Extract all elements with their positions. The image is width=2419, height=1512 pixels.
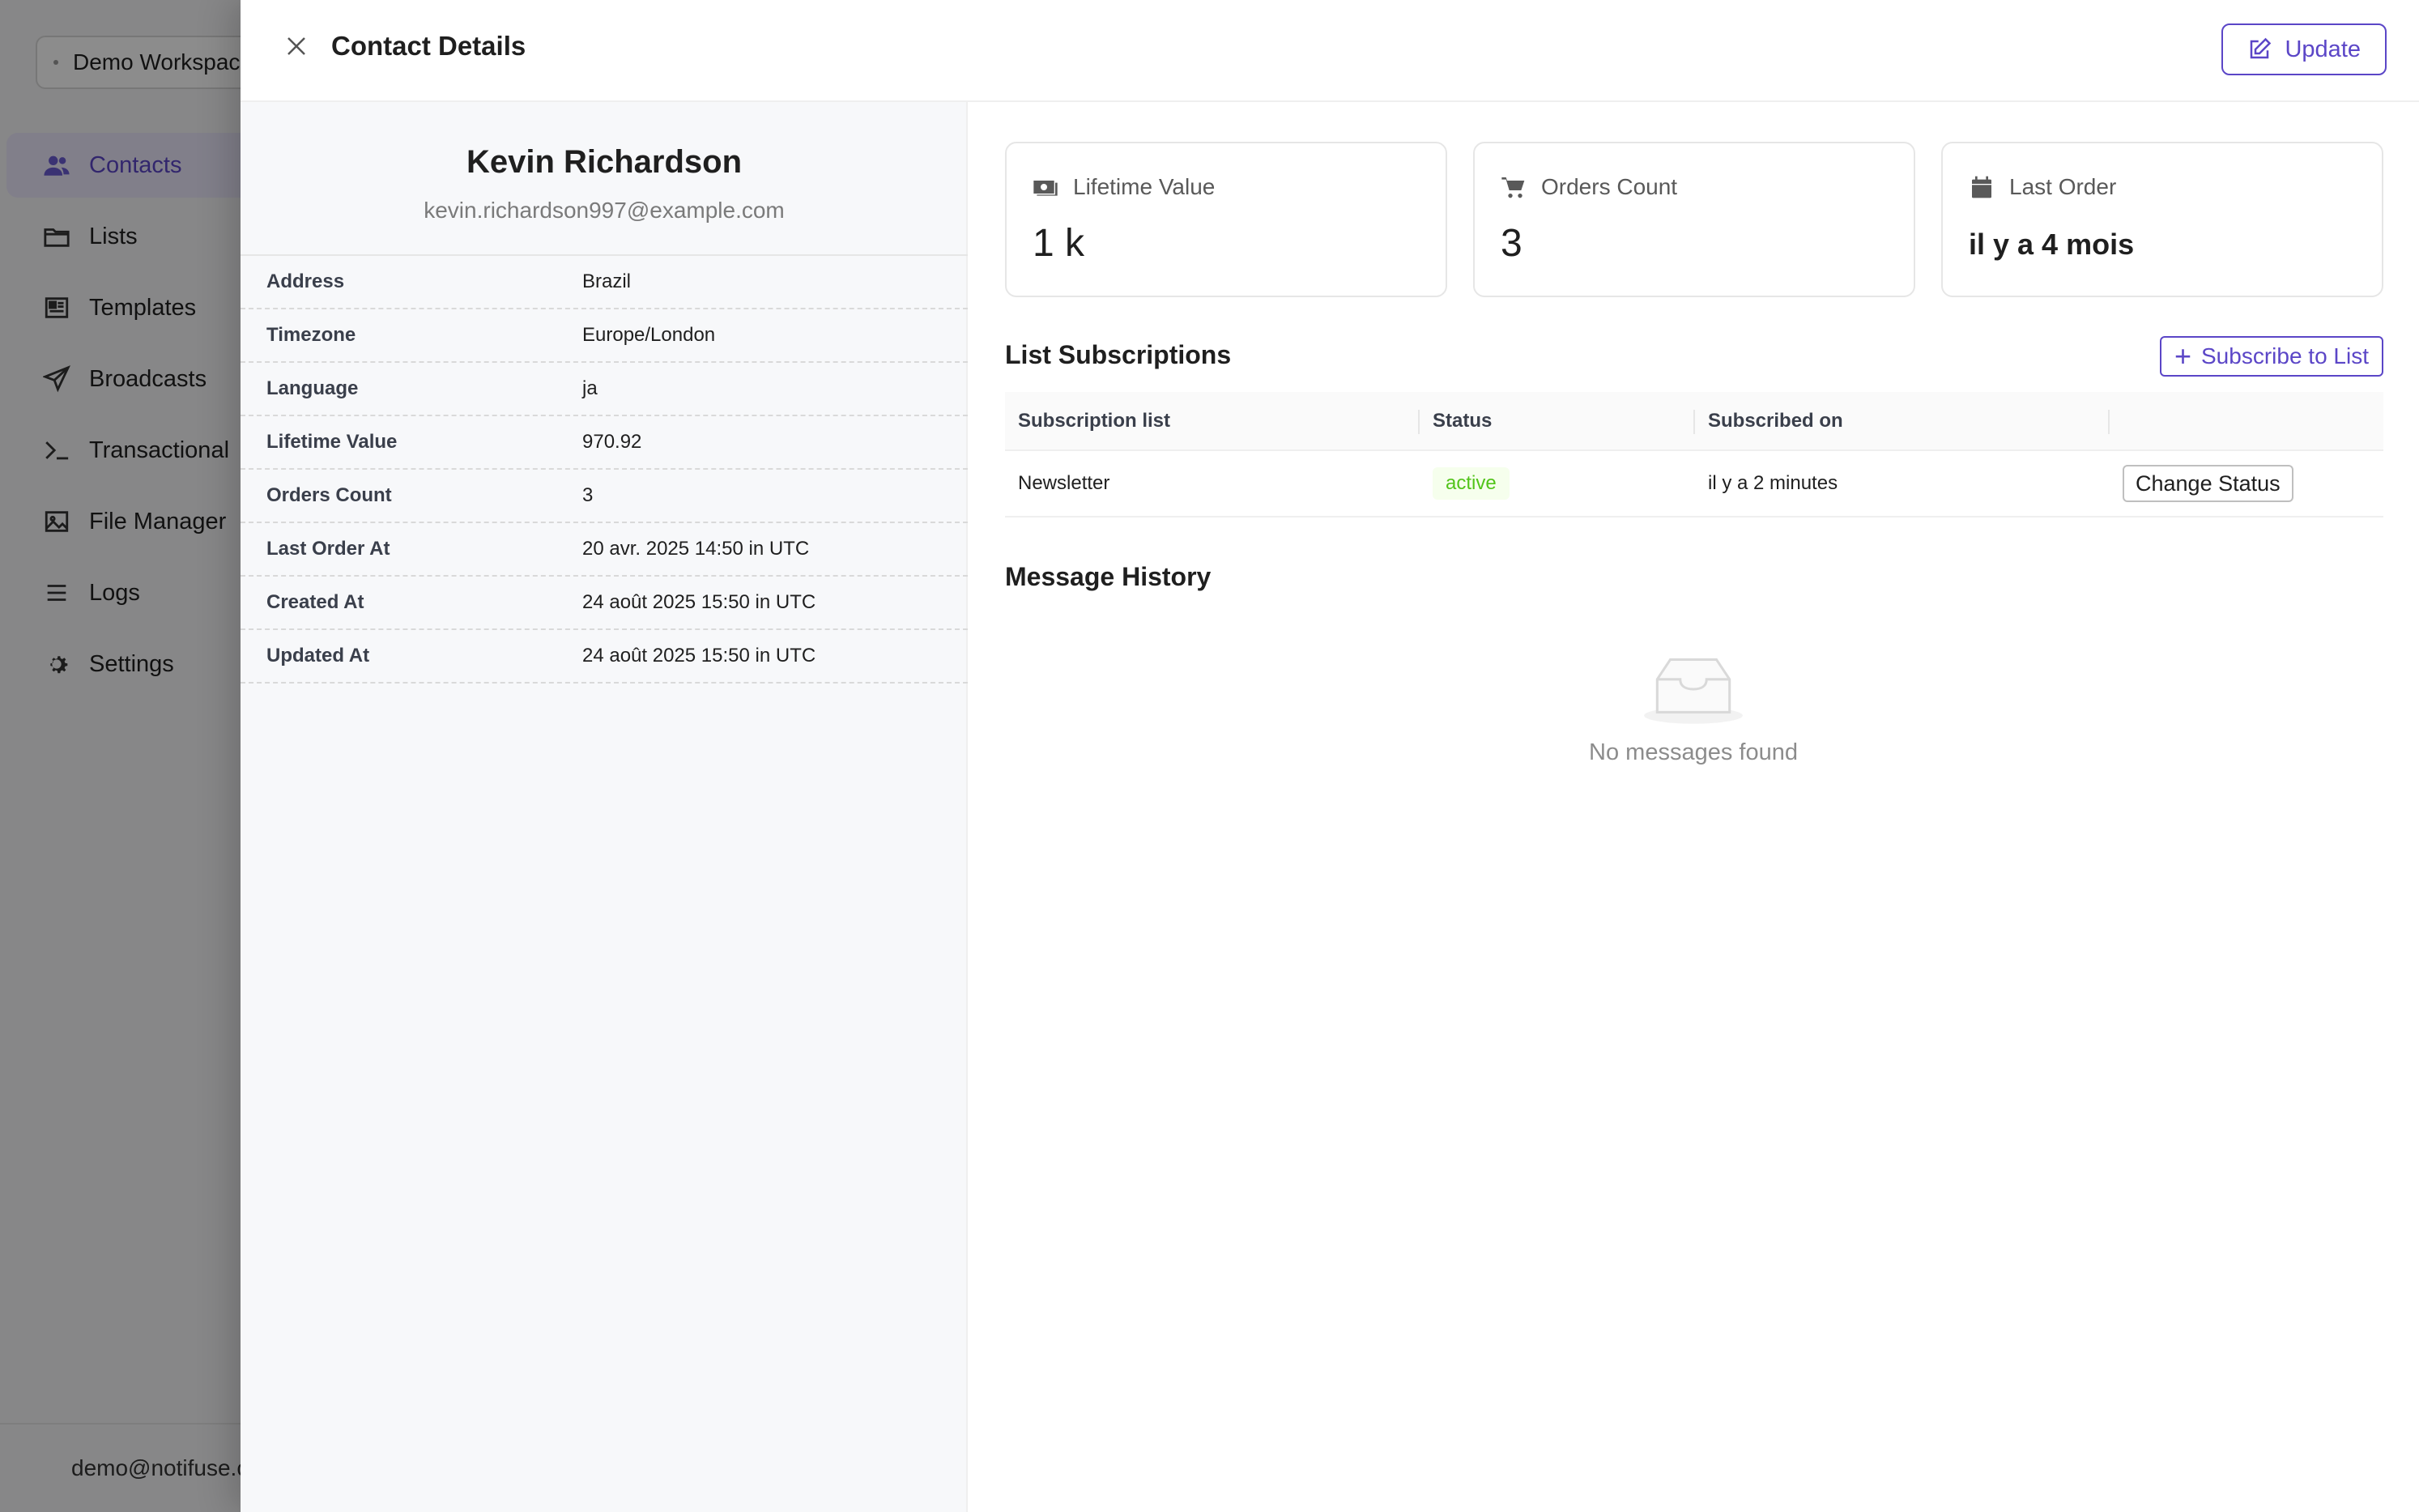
detail-label: Orders Count — [266, 484, 392, 506]
message-history-title: Message History — [1005, 562, 1212, 591]
detail-value: 3 — [582, 484, 594, 506]
detail-value: 20 avr. 2025 14:50 in UTC — [582, 538, 810, 560]
contact-name: Kevin Richardson — [466, 144, 743, 180]
stat-label-row: Orders Count — [1501, 174, 1677, 200]
drawer-header: Contact Details Update — [241, 0, 2419, 102]
subscribe-button-label: Subscribe to List — [2201, 343, 2369, 368]
drawer-title: Contact Details — [331, 31, 526, 61]
stat-value: 3 — [1501, 222, 1523, 265]
edit-icon — [2251, 37, 2272, 59]
update-button-label: Update — [2285, 36, 2361, 62]
list-subscriptions-title: List Subscriptions — [1005, 340, 1232, 369]
stat-value: 1 k — [1033, 222, 1085, 265]
stat-card-lifetime-value: Lifetime Value 1 k — [1005, 142, 1447, 297]
column-header — [2110, 392, 2383, 451]
column-header: Subscription list — [1005, 392, 1420, 451]
detail-label: Lifetime Value — [266, 431, 398, 453]
detail-label: Address — [266, 270, 345, 292]
detail-label: Updated At — [266, 645, 370, 667]
contact-details-list: Address Brazil Timezone Europe/London Lang… — [241, 254, 968, 684]
empty-inbox-icon — [1644, 658, 1743, 724]
contact-details-drawer: Contact Details Update Kevin Richardson … — [241, 0, 2419, 1512]
detail-label: Created At — [266, 591, 364, 613]
subscriptions-table: Subscription list Status Subscribed on N… — [1005, 392, 2383, 517]
detail-row-address: Address Brazil — [241, 256, 968, 309]
stat-label: Lifetime Value — [1073, 174, 1216, 199]
close-icon[interactable] — [283, 32, 310, 60]
detail-label: Last Order At — [266, 538, 390, 560]
column-header-label: Subscription list — [1018, 409, 1171, 432]
detail-row-language: Language ja — [241, 363, 968, 416]
stat-label-row: Last Order — [1969, 174, 2116, 200]
subscription-date: il y a 2 minutes — [1695, 450, 2110, 517]
column-header: Subscribed on — [1695, 392, 2110, 451]
subscribe-to-list-button[interactable]: + Subscribe to List — [2159, 336, 2383, 377]
stat-value: il y a 4 mois — [1969, 228, 2135, 261]
table-header-row: Subscription list Status Subscribed on — [1005, 392, 2383, 451]
column-header-label: Subscribed on — [1708, 409, 1843, 432]
detail-row-lifetime-value: Lifetime Value 970.92 — [241, 416, 968, 470]
detail-value: 970.92 — [582, 431, 642, 453]
table-row: Newsletter active il y a 2 minutes Chang… — [1005, 450, 2383, 517]
detail-value: Brazil — [582, 270, 632, 292]
contact-profile-panel: Kevin Richardson kevin.richardson997@exa… — [241, 102, 968, 1512]
detail-value: 24 août 2025 15:50 in UTC — [582, 591, 816, 613]
contact-main-panel: Lifetime Value 1 k Orders Count 3 Last O… — [968, 102, 2419, 1512]
detail-row-last-order-at: Last Order At 20 avr. 2025 14:50 in UTC — [241, 523, 968, 577]
money-icon — [1033, 181, 1058, 196]
detail-row-created-at: Created At 24 août 2025 15:50 in UTC — [241, 577, 968, 630]
cart-icon — [1501, 177, 1525, 198]
subscription-action-cell: Change Status — [2110, 450, 2383, 517]
subscription-list-name: Newsletter — [1005, 450, 1420, 517]
stat-label: Orders Count — [1541, 174, 1678, 199]
plus-icon: + — [2174, 339, 2191, 373]
subscription-status-cell: active — [1420, 450, 1695, 517]
empty-state: No messages found — [968, 653, 2419, 766]
stat-card-orders-count: Orders Count 3 — [1473, 142, 1915, 297]
stat-card-last-order: Last Order il y a 4 mois — [1941, 142, 2383, 297]
status-badge: active — [1433, 467, 1510, 500]
contact-email: kevin.richardson997@example.com — [424, 198, 785, 223]
detail-value: ja — [582, 377, 598, 399]
column-header-label: Status — [1433, 409, 1493, 432]
detail-value: Europe/London — [582, 324, 716, 346]
detail-row-orders-count: Orders Count 3 — [241, 470, 968, 523]
column-header: Status — [1420, 392, 1695, 451]
change-status-button[interactable]: Change Status — [2123, 465, 2293, 502]
detail-row-timezone: Timezone Europe/London — [241, 309, 968, 363]
calendar-icon — [1972, 176, 1991, 198]
stat-label: Last Order — [2009, 174, 2117, 199]
detail-row-updated-at: Updated At 24 août 2025 15:50 in UTC — [241, 630, 968, 684]
detail-label: Language — [266, 377, 359, 399]
update-button[interactable]: Update — [2221, 23, 2387, 75]
empty-state-text: No messages found — [1589, 739, 1798, 765]
stat-label-row: Lifetime Value — [1033, 174, 1215, 200]
detail-value: 24 août 2025 15:50 in UTC — [582, 645, 816, 667]
detail-label: Timezone — [266, 324, 356, 346]
